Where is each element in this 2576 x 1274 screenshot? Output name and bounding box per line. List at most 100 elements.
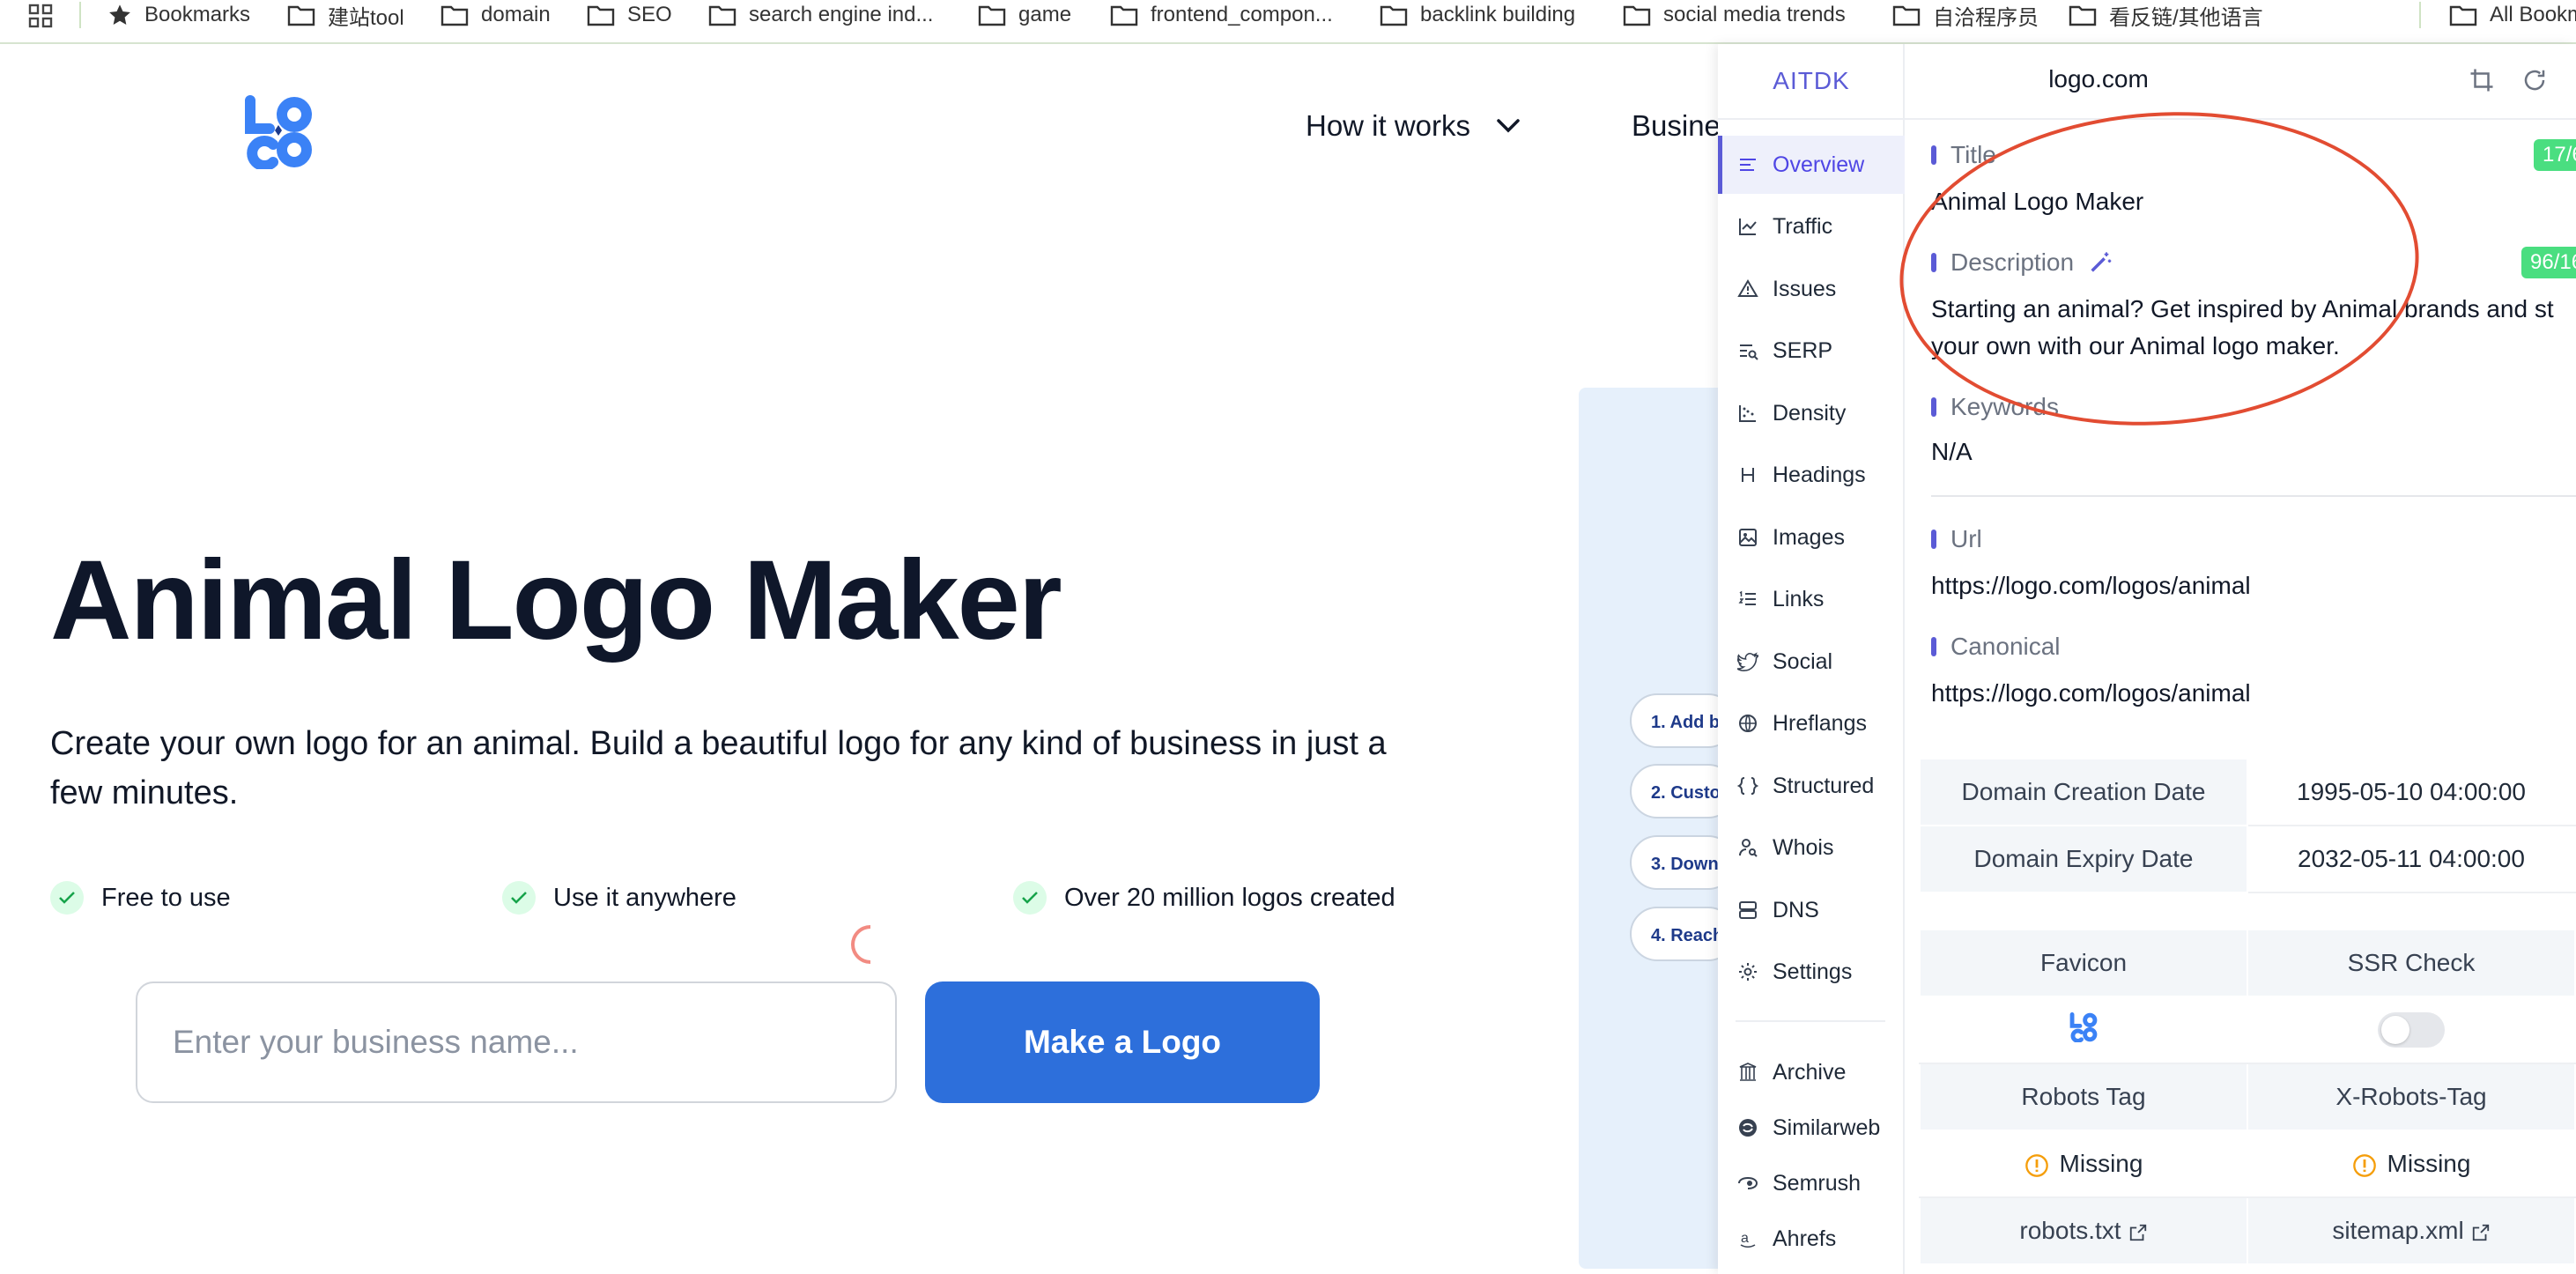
bookmark-label: 建站tool	[328, 5, 404, 30]
ext-nav-label: Social	[1773, 648, 1833, 674]
bookmark-label: SEO	[627, 3, 672, 26]
bookmark-folder[interactable]: domain	[440, 0, 551, 30]
links-icon	[1738, 590, 1756, 605]
folder-icon	[1110, 5, 1138, 26]
bookmark-label: Bookmarks	[144, 3, 251, 26]
bookmark-folder[interactable]: social media trends	[1623, 0, 1846, 30]
folder-icon	[587, 5, 615, 26]
bookmark-folder[interactable]: search engine ind...	[708, 0, 933, 30]
section-marker	[1931, 530, 1936, 549]
make-a-logo-button[interactable]: Make a Logo	[925, 981, 1320, 1103]
extension-brand: AITDK	[1773, 67, 1850, 94]
folder-icon	[978, 5, 1006, 26]
canonical-value[interactable]: https://logo.com/logos/animal	[1931, 675, 2251, 712]
bookmark-folder[interactable]: backlink building	[1380, 0, 1575, 30]
feature-free-to-use: Free to use	[50, 881, 231, 915]
ext-nav-images[interactable]: Images	[1718, 508, 1905, 567]
nav-how-it-works[interactable]: How it works	[1306, 109, 1521, 143]
ext-nav-structured[interactable]: Structured	[1718, 757, 1905, 815]
bookmark-folder[interactable]: 看反链/其他语言	[2069, 0, 2263, 30]
bookmarks-separator	[2419, 2, 2421, 28]
ext-nav-density[interactable]: Density	[1718, 384, 1905, 442]
braces-icon	[1737, 777, 1758, 795]
check-icon	[502, 881, 536, 915]
ext-nav-label: DNS	[1773, 897, 1819, 922]
ext-nav-label: Links	[1773, 586, 1825, 611]
sitemap-xml-link[interactable]: sitemap.xml	[2247, 1196, 2576, 1265]
semrush-icon	[1738, 1176, 1758, 1189]
divider	[1736, 1020, 1885, 1022]
bookmark-folder[interactable]: 自洽程序员	[1892, 0, 2039, 30]
ext-nav-traffic[interactable]: Traffic	[1718, 197, 1905, 256]
checks-table: Favicon SSR Check Robots Tag X-Robots-Ta…	[1919, 929, 2576, 1265]
ext-nav-issues[interactable]: Issues	[1718, 260, 1905, 318]
preview-panel	[1579, 388, 1720, 1269]
gear-icon	[1739, 963, 1757, 981]
canonical-label-text: Canonical	[1951, 633, 2061, 660]
folder-icon	[708, 5, 737, 26]
apps-grid-icon[interactable]	[26, 2, 55, 30]
bookmarks-separator	[79, 2, 81, 28]
keywords-value: N/A	[1931, 438, 1973, 465]
ext-nav-label: Structured	[1773, 773, 1875, 798]
ext-link-archive[interactable]: Archive	[1718, 1043, 1905, 1101]
ext-nav-dns[interactable]: DNS	[1718, 881, 1905, 939]
bookmark-label: All Bookmarks	[2490, 3, 2576, 26]
domain-creation-value: 1995-05-10 04:00:00	[2247, 758, 2576, 826]
feature-label: Use it anywhere	[553, 883, 737, 912]
bookmark-folder[interactable]: SEO	[587, 0, 672, 30]
section-marker	[1931, 145, 1936, 165]
ext-nav-links[interactable]: Links	[1718, 570, 1905, 628]
refresh-icon[interactable]	[2521, 67, 2548, 93]
feature-logos-created: Over 20 million logos created	[1013, 881, 1395, 915]
floating-handle[interactable]	[851, 925, 870, 964]
folder-icon	[287, 5, 315, 26]
star-icon	[109, 4, 130, 25]
bookmark-label: 看反链/其他语言	[2109, 5, 2263, 30]
ssr-check-toggle[interactable]	[2378, 1012, 2445, 1048]
bookmark-folder[interactable]: frontend_compon...	[1110, 0, 1333, 30]
robots-tag-header: Robots Tag	[1919, 1063, 2248, 1131]
url-value[interactable]: https://logo.com/logos/animal	[1931, 567, 2251, 604]
bookmark-bookmarks[interactable]: Bookmarks	[107, 0, 250, 30]
bookmark-label: frontend_compon...	[1151, 3, 1333, 26]
ext-nav-whois[interactable]: Whois	[1718, 818, 1905, 877]
feature-label: Free to use	[101, 883, 231, 912]
table-row: Robots Tag X-Robots-Tag	[1919, 1063, 2576, 1131]
ext-link-similarweb[interactable]: Similarweb	[1718, 1099, 1905, 1157]
domain-dates-table: Domain Creation Date 1995-05-10 04:00:00…	[1919, 758, 2576, 893]
folder-icon	[2449, 5, 2477, 26]
crop-icon[interactable]	[2469, 67, 2495, 93]
section-marker	[1931, 397, 1936, 417]
ext-nav-social[interactable]: Social	[1718, 633, 1905, 691]
favicon-logo-icon	[2069, 1011, 2098, 1043]
table-row: Domain Creation Date 1995-05-10 04:00:00	[1919, 758, 2576, 826]
title-length-badge: 17/6	[2534, 139, 2576, 171]
table-row: Favicon SSR Check	[1919, 929, 2576, 997]
similarweb-icon	[1739, 1119, 1757, 1137]
ext-nav-headings[interactable]: Headings	[1718, 446, 1905, 504]
feature-use-it-anywhere: Use it anywhere	[502, 881, 737, 915]
business-name-input[interactable]	[136, 981, 897, 1103]
folder-icon	[2069, 5, 2097, 26]
ext-link-ahrefs[interactable]: a Ahrefs	[1718, 1210, 1905, 1268]
ext-nav-serp[interactable]: SERP	[1718, 322, 1905, 380]
description-length-badge: 96/16	[2521, 247, 2576, 278]
ext-nav-label: Overview	[1773, 152, 1865, 177]
robots-txt-link[interactable]: robots.txt	[1919, 1196, 2248, 1265]
ext-nav-hreflangs[interactable]: Hreflangs	[1718, 694, 1905, 752]
bookmark-folder[interactable]: 建站tool	[287, 0, 404, 30]
bookmark-label: game	[1018, 3, 1072, 26]
domain-expiry-label: Domain Expiry Date	[1919, 825, 2248, 893]
ext-link-semrush[interactable]: Semrush	[1718, 1154, 1905, 1212]
serp-icon	[1740, 344, 1758, 360]
x-robots-tag-status: Missing	[2387, 1150, 2471, 1177]
ext-nav-overview[interactable]: Overview	[1718, 136, 1905, 194]
logo-com-logo[interactable]	[243, 95, 314, 169]
bookmark-folder[interactable]: game	[978, 0, 1071, 30]
ext-nav-settings[interactable]: Settings	[1718, 943, 1905, 1001]
bookmark-label: social media trends	[1663, 3, 1846, 26]
domain-creation-label: Domain Creation Date	[1919, 758, 2248, 826]
bookmark-all-bookmarks[interactable]: All Bookmarks	[2449, 0, 2576, 30]
ext-nav-label: Whois	[1773, 834, 1834, 860]
